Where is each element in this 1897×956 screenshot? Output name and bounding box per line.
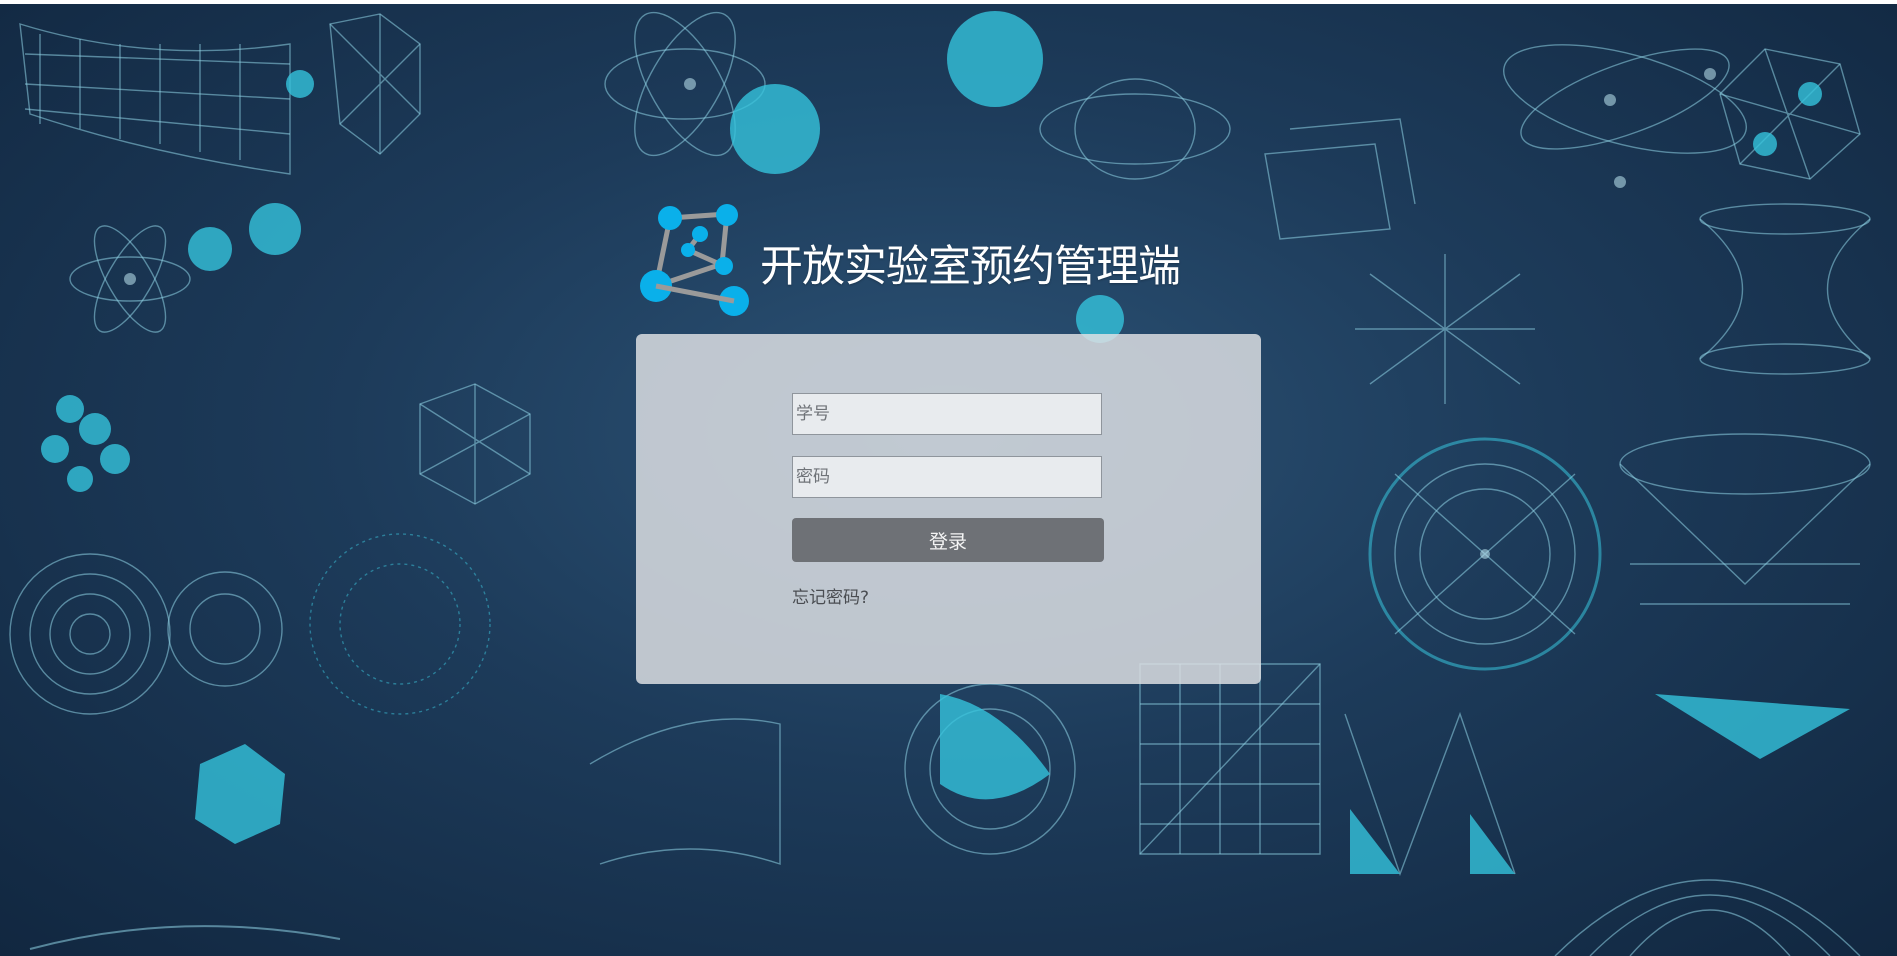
student-id-input[interactable]	[792, 393, 1102, 435]
login-panel: 登录 忘记密码?	[636, 334, 1261, 684]
brand-header: 开放实验室预约管理端	[638, 202, 1198, 320]
molecule-network-logo-icon	[640, 204, 749, 316]
science-background-image: 开放实验室预约管理端 登录 忘记密码?	[0, 4, 1897, 956]
forgot-password-link[interactable]: 忘记密码?	[792, 583, 869, 608]
page-stage: 开放实验室预约管理端 登录 忘记密码?	[0, 0, 1897, 956]
password-input[interactable]	[792, 456, 1102, 498]
login-button[interactable]: 登录	[792, 518, 1104, 562]
app-title: 开放实验室预约管理端	[760, 242, 1181, 292]
